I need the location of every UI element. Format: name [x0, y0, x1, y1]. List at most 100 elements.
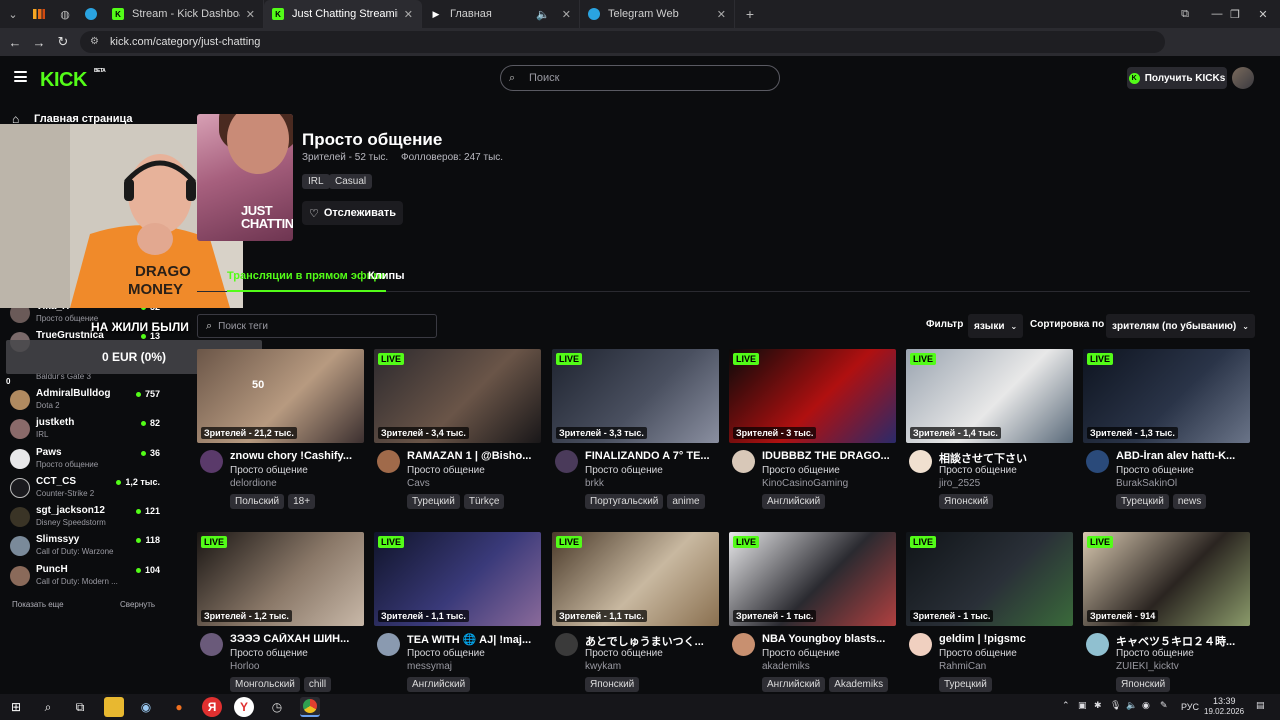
stream-card[interactable]: LIVE Зрителей - 3,4 тыс. RAMAZAN 1 | @Bish… [374, 349, 541, 509]
sidebar-channel[interactable]: Paws Просто общение 36 [10, 447, 160, 473]
channel-name[interactable]: Cavs [407, 478, 430, 489]
stream-title[interactable]: FINALIZANDO A 7° TE... [585, 450, 719, 462]
stream-category[interactable]: Просто общение [407, 648, 485, 659]
stream-tag[interactable]: news [1172, 494, 1207, 509]
pinned-tab-telegram[interactable] [78, 0, 104, 28]
tray-chevron-icon[interactable]: ⌃ [1062, 700, 1070, 711]
stream-title[interactable]: geldim | !pigsmc [939, 633, 1073, 645]
stream-card[interactable]: LIVE Зрителей - 1,1 тыс. あとでしゅうまいつく... Прос… [552, 532, 719, 692]
channel-name[interactable]: akademiks [762, 661, 810, 672]
channel-avatar[interactable] [732, 450, 755, 473]
stream-thumbnail[interactable]: LIVE Зрителей - 3 тыс. [729, 349, 896, 443]
speaker-icon[interactable]: 🔈 [536, 8, 550, 21]
stream-tag[interactable]: Японский [939, 494, 994, 509]
stream-thumbnail[interactable]: LIVE Зрителей - 1,1 тыс. [552, 532, 719, 626]
search-input[interactable]: ⌕ Поиск [500, 65, 780, 91]
tab-clips[interactable]: Клипы [368, 270, 405, 282]
pinned-tab-analytics[interactable] [26, 0, 52, 28]
channel-avatar[interactable] [909, 633, 932, 656]
file-explorer-icon[interactable] [104, 697, 124, 717]
stream-thumbnail[interactable]: LIVE Зрителей - 1,1 тыс. [374, 532, 541, 626]
stream-tag[interactable]: Польский [230, 494, 285, 509]
close-tab-icon[interactable]: ✕ [562, 8, 571, 21]
stream-title[interactable]: キャベツ５キロ２４時... [1116, 633, 1250, 649]
close-window-icon[interactable]: ✕ [1246, 0, 1280, 28]
stream-card[interactable]: LIVE Зрителей - 3,3 тыс. FINALIZANDO A 7° … [552, 349, 719, 509]
stream-tag[interactable]: Турецкий [1116, 494, 1169, 509]
channel-name[interactable]: KinoCasinoGaming [762, 478, 848, 489]
channel-avatar[interactable] [377, 633, 400, 656]
stream-card[interactable]: LIVE Зрителей - 914 キャベツ５キロ２４時... Просто об… [1083, 532, 1250, 692]
tab-glavnaya[interactable]: ▶ Главная 🔈 ✕ [422, 0, 580, 28]
clock-date[interactable]: 19.02.2026 [1204, 707, 1244, 716]
sidebar-channel[interactable]: AdmiralBulldog Dota 2 757 [10, 388, 160, 414]
stream-category[interactable]: Просто общение [1116, 648, 1194, 659]
tag-search-input[interactable]: ⌕ Поиск теги [197, 314, 437, 338]
stream-tag[interactable]: chill [303, 677, 332, 692]
channel-name[interactable]: Horloo [230, 661, 259, 672]
stream-card[interactable]: LIVE Зрителей - 1,1 тыс. TEA WITH 🌐 AJ| !m… [374, 532, 541, 692]
stream-tag[interactable]: 18+ [288, 494, 316, 509]
stream-thumbnail[interactable]: LIVE Зрителей - 1 тыс. [906, 532, 1073, 626]
stream-title[interactable]: NBA Youngboy blasts... [762, 633, 896, 645]
sidebar-channel[interactable]: CCT_CS Counter-Strike 2 1,2 тыс. [10, 476, 160, 502]
category-tag[interactable]: IRL [302, 174, 330, 189]
channel-name[interactable]: delordione [230, 478, 277, 489]
stream-tag[interactable]: Турецкий [407, 494, 460, 509]
reload-icon[interactable]: ↻ [51, 30, 75, 54]
stream-card[interactable]: LIVE Зрителей - 1,2 тыс. ЗЭЭЭ САЙХАН ШИН..… [197, 532, 364, 692]
channel-name[interactable]: BurakSakinOl [1116, 478, 1177, 489]
pinned-tab-globe[interactable]: ◍ [52, 0, 78, 28]
stream-card[interactable]: LIVE Зрителей - 1,4 тыс. 相談させて下さい Просто об… [906, 349, 1073, 509]
channel-name[interactable]: brkk [585, 478, 604, 489]
stream-title[interactable]: znowu chory !Cashify... [230, 450, 364, 462]
stream-category[interactable]: Просто общение [585, 648, 663, 659]
stream-thumbnail[interactable]: LIVE Зрителей - 3,3 тыс. [552, 349, 719, 443]
yandex-icon[interactable]: Y [234, 697, 254, 717]
forward-arrow-icon[interactable]: → [27, 30, 51, 54]
channel-avatar[interactable] [200, 450, 223, 473]
stream-card[interactable]: LIVE Зрителей - 1,3 тыс. ABD-İran alev hat… [1083, 349, 1250, 509]
stream-title[interactable]: RAMAZAN 1 | @Bisho... [407, 450, 541, 462]
language-indicator[interactable]: РУС [1181, 702, 1199, 712]
clock-time[interactable]: 13:39 [1213, 696, 1236, 706]
close-tab-icon[interactable]: ✕ [717, 8, 726, 21]
task-view-icon[interactable]: ⧉ [70, 697, 90, 717]
pen-icon[interactable]: ✎ [1160, 700, 1168, 711]
stream-card[interactable]: LIVE Зрителей - 1 тыс. geldim | !pigsmc Про… [906, 532, 1073, 692]
channel-avatar[interactable] [555, 450, 578, 473]
search-icon[interactable]: ⌕ [38, 697, 58, 717]
stream-tag[interactable]: Монгольский [230, 677, 300, 692]
stream-title[interactable]: 相談させて下さい [939, 450, 1073, 466]
stream-category[interactable]: Просто общение [939, 648, 1017, 659]
stream-tag[interactable]: anime [667, 494, 705, 509]
tab-just-chatting[interactable]: K Just Chatting Streaming - Live ✕ [264, 0, 422, 28]
get-kicks-button[interactable]: K Получить KICKs [1127, 67, 1227, 89]
close-tab-icon[interactable]: ✕ [246, 8, 255, 21]
stream-category[interactable]: Просто общение [230, 465, 308, 476]
notifications-icon[interactable]: ▤ [1256, 700, 1265, 711]
stream-tag[interactable]: Турецкий [939, 677, 992, 692]
new-tab-plus-icon[interactable]: + [735, 0, 765, 28]
network-icon[interactable]: ◉ [1142, 700, 1150, 711]
url-bar[interactable]: ⚙ kick.com/category/just-chatting [80, 31, 1165, 53]
stream-thumbnail[interactable]: LIVE Зрителей - 1,3 тыс. [1083, 349, 1250, 443]
follow-button[interactable]: ♡ Отслеживать [302, 201, 403, 225]
user-avatar[interactable] [1232, 67, 1254, 89]
hamburger-menu-icon[interactable] [14, 71, 27, 82]
stream-category[interactable]: Просто общение [407, 465, 485, 476]
stream-tag[interactable]: Türkçe [463, 494, 505, 509]
channel-avatar[interactable] [1086, 450, 1109, 473]
stream-tag[interactable]: Английский [762, 494, 826, 509]
collapse-link[interactable]: Свернуть [120, 600, 155, 609]
stream-title[interactable]: IDUBBBZ THE DRAGO... [762, 450, 896, 462]
channel-avatar[interactable] [555, 633, 578, 656]
sidebar-channel[interactable]: PuncH Call of Duty: Modern ... 104 [10, 564, 160, 590]
sidebar-channel[interactable]: Slimssyy Call of Duty: Warzone 118 [10, 534, 160, 560]
tab-live-streams[interactable]: Трансляции в прямом эфире [227, 270, 387, 292]
channel-name[interactable]: RahmiCan [939, 661, 986, 672]
channel-avatar[interactable] [909, 450, 932, 473]
stream-card[interactable]: 50 Зрителей - 21,2 тыс. znowu chory !Cashi… [197, 349, 364, 509]
stream-thumbnail[interactable]: LIVE Зрителей - 1 тыс. [729, 532, 896, 626]
channel-name[interactable]: ZUIEKI_kicktv [1116, 661, 1179, 672]
